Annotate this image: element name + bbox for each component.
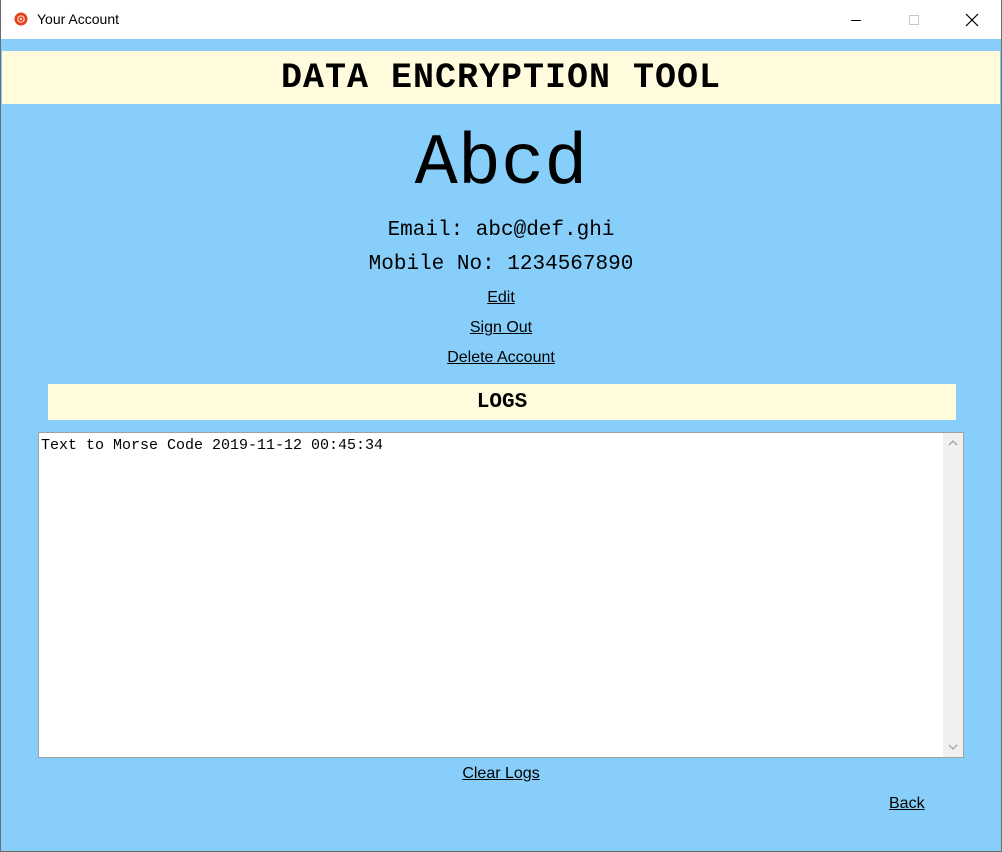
app-icon (14, 12, 28, 26)
logs-heading: LOGS (476, 390, 528, 414)
sign-out-link[interactable]: Sign Out (470, 319, 532, 336)
clear-logs-link[interactable]: Clear Logs (462, 765, 539, 782)
account-username: Abcd (414, 123, 588, 205)
scroll-up-button[interactable] (943, 433, 963, 453)
chevron-up-icon (948, 440, 958, 446)
header-banner: DATA ENCRYPTION TOOL (2, 51, 1000, 104)
app-heading: DATA ENCRYPTION TOOL (280, 57, 722, 98)
maximize-icon (909, 14, 919, 25)
back-link[interactable]: Back (889, 794, 925, 814)
maximize-button[interactable] (885, 0, 943, 39)
window-title: Your Account (37, 11, 119, 27)
logs-textarea[interactable]: Text to Morse Code 2019-11-12 00:45:34 (38, 432, 964, 758)
scroll-down-button[interactable] (943, 737, 963, 757)
clear-logs-link-row: Clear Logs (1, 764, 1001, 784)
delete-account-link-row: Delete Account (1, 348, 1001, 368)
edit-link-row: Edit (1, 288, 1001, 308)
close-button[interactable] (943, 0, 1001, 39)
minimize-button[interactable] (827, 0, 885, 39)
logs-banner: LOGS (48, 384, 956, 420)
title-bar[interactable]: Your Account (1, 0, 1001, 39)
minimize-icon (851, 19, 861, 21)
account-mobile: Mobile No: 1234567890 (368, 253, 634, 276)
edit-link[interactable]: Edit (487, 289, 515, 306)
delete-account-link[interactable]: Delete Account (447, 349, 555, 366)
account-email: Email: abc@def.ghi (387, 219, 615, 242)
close-icon (965, 13, 979, 26)
logs-scrollbar[interactable] (943, 433, 963, 757)
log-entries: Text to Morse Code 2019-11-12 00:45:34 (41, 437, 384, 454)
chevron-down-icon (948, 744, 958, 750)
sign-out-link-row: Sign Out (1, 318, 1001, 338)
app-window: Your Account DATA ENCRYPTION TOOL Abcd E… (0, 0, 1002, 852)
